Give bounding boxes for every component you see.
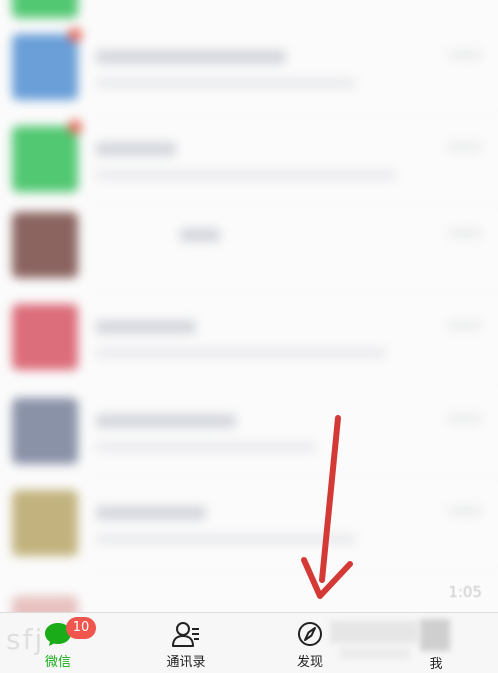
avatar [12,490,78,556]
chat-row[interactable] [0,200,498,292]
chat-time-placeholder [448,142,482,152]
avatar [12,212,78,278]
faint-time-text: 1:05 [448,583,482,601]
row-divider [96,569,498,570]
bottom-tab-bar: sfj 10 微信 通讯录 发现 我 [0,612,498,673]
avatar [12,126,78,192]
tab-me-label: 我 [429,657,443,672]
chat-row[interactable] [0,576,498,612]
contacts-icon [172,622,199,647]
chat-message-placeholder [96,348,386,358]
chat-row[interactable] [0,22,498,114]
avatar [12,34,78,100]
arrow-shaft [319,415,341,583]
chat-time-placeholder [448,506,482,516]
down-arrow-annotation [301,415,353,599]
avatar [12,596,78,612]
unread-dot [68,28,82,42]
tab-chats-label: 微信 [44,655,71,670]
chat-time-placeholder [448,50,482,60]
chat-time-placeholder [448,414,482,424]
avatar [12,398,78,464]
tab-chats[interactable]: 10 微信 [8,613,108,673]
unread-count-badge: 10 [66,617,96,639]
avatar [12,0,78,18]
chat-row[interactable] [0,386,498,478]
tab-me[interactable]: 我 [386,613,486,673]
tab-contacts-label: 通讯录 [166,655,206,670]
chat-message-placeholder [96,78,356,88]
chat-title-placeholder [96,414,236,428]
chat-list[interactable]: 1:05 [0,0,498,612]
chat-title-placeholder [96,50,286,64]
compass-icon [298,622,322,646]
tab-contacts[interactable]: 通讯录 [136,613,236,673]
avatar [12,304,78,370]
arrow-head [301,557,353,599]
chat-title-placeholder [180,228,220,242]
chat-message-placeholder [96,170,396,180]
chat-time-placeholder [448,228,482,238]
chat-title-placeholder [96,320,196,334]
chat-title-placeholder [96,506,206,520]
unread-dot [68,120,82,134]
row-divider [96,383,498,384]
chat-row[interactable] [0,114,498,206]
chat-message-placeholder [96,442,316,452]
chat-time-placeholder [448,320,482,330]
chat-title-placeholder [96,142,176,156]
chat-row[interactable] [0,478,498,570]
chat-row[interactable] [0,292,498,384]
